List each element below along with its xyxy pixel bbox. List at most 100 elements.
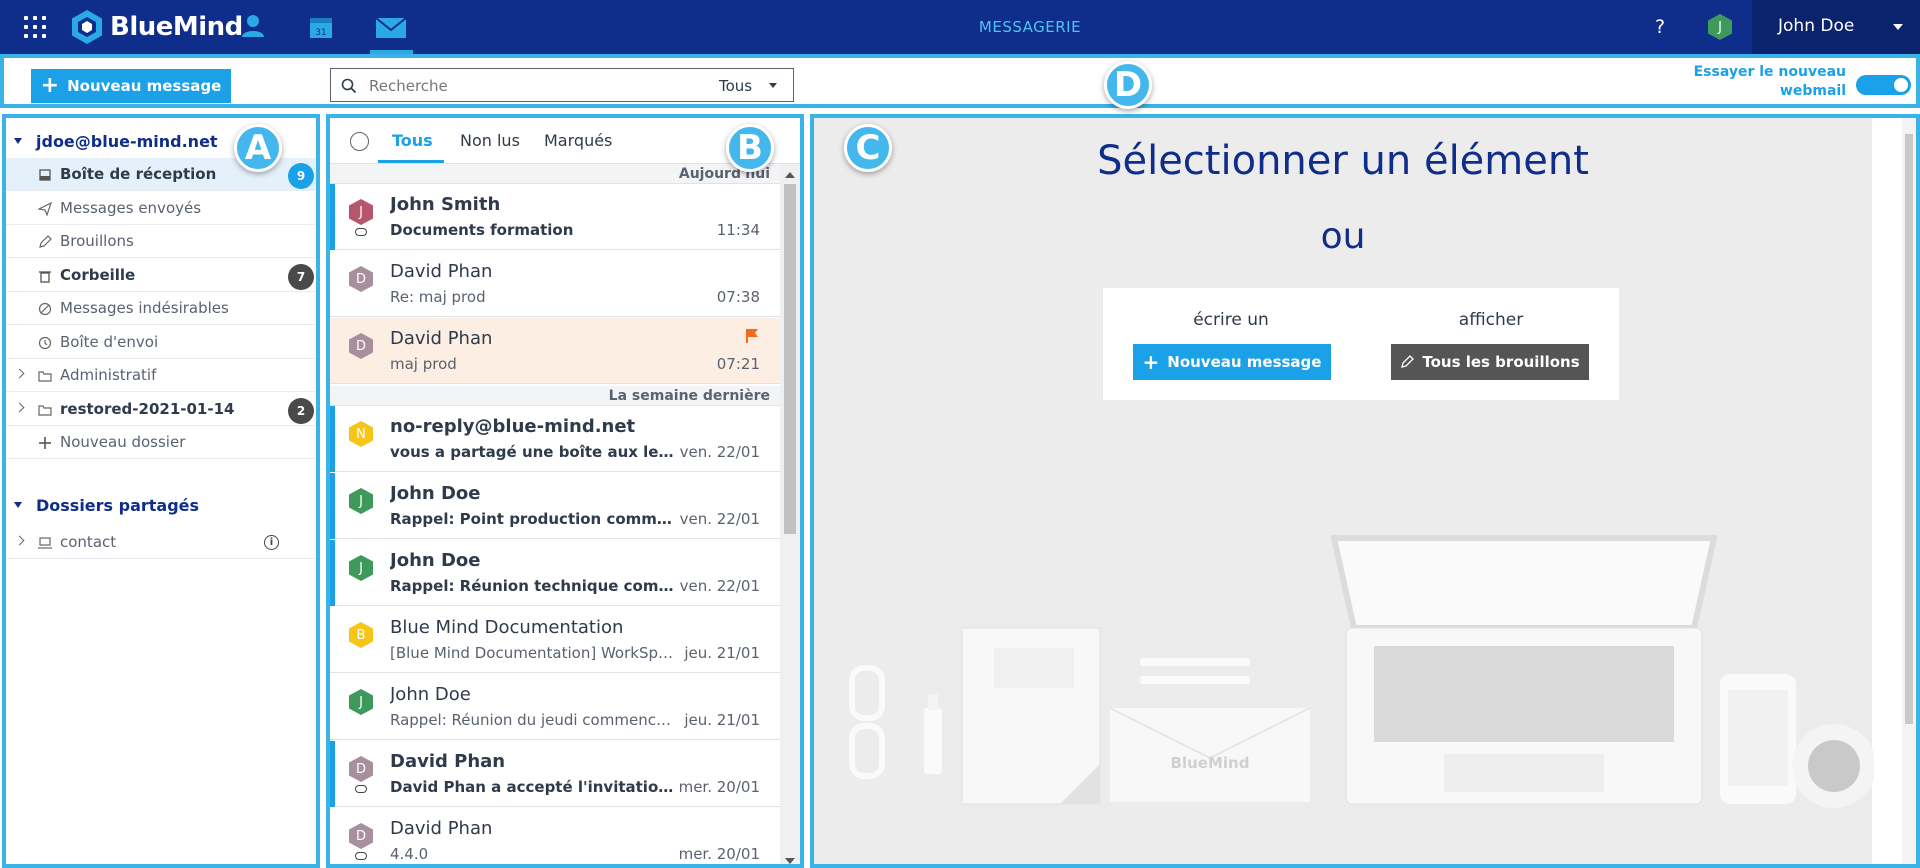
folder-item-spam[interactable]: Messages indésirables [6, 292, 316, 325]
message-sender: David Phan [390, 818, 493, 839]
search-box[interactable]: Recherche Tous [330, 68, 794, 102]
send-icon [38, 201, 52, 216]
empty-new-message-button[interactable]: + Nouveau message [1133, 344, 1331, 380]
message-time: ven. 22/01 [679, 510, 760, 528]
sender-initial: D [356, 272, 366, 287]
sender-initial: B [357, 628, 366, 643]
marker-b: B [726, 124, 774, 172]
message-row[interactable]: J John Doe Rappel: Point production commen… [330, 473, 780, 539]
search-input[interactable]: Recherche [369, 77, 448, 95]
folder-item-restored[interactable]: restored-2021-01-14 2 [6, 393, 316, 426]
message-row[interactable]: D David Phan 4.4.0 mer. 20/01 [330, 808, 780, 864]
group-header-today: Aujourd'hui [330, 164, 780, 184]
message-time: mer. 20/01 [678, 845, 760, 863]
notebook-illustration [961, 627, 1101, 805]
scroll-down-icon[interactable] [785, 858, 795, 864]
scroll-up-icon[interactable] [785, 172, 795, 178]
shared-folders-header[interactable]: Dossiers partagés [6, 494, 316, 520]
sender-avatar: D [349, 266, 373, 292]
scrollbar-thumb[interactable] [784, 184, 796, 534]
message-subject: [Blue Mind Documentation] WorkSpac... [390, 644, 680, 662]
spam-icon [38, 302, 52, 316]
attachment-icon [355, 785, 367, 793]
user-avatar[interactable]: J [1707, 13, 1733, 41]
group-header-last-week: La semaine dernière [330, 386, 780, 406]
caret-down-icon [14, 502, 22, 508]
message-time: 07:21 [716, 355, 760, 373]
chevron-down-icon [769, 83, 777, 88]
phone-illustration [1720, 674, 1796, 804]
pens-illustration [1140, 658, 1250, 684]
all-drafts-button[interactable]: Tous les brouillons [1391, 344, 1589, 380]
folder-item-sent[interactable]: Messages envoyés [6, 192, 316, 225]
folder-panel: jdoe@blue-mind.net Boîte de réception 9 Me… [2, 114, 320, 868]
chevron-right-icon[interactable] [14, 368, 25, 379]
folder-label: Boîte de réception [60, 165, 217, 183]
scrollbar-thumb[interactable] [1905, 134, 1913, 724]
pencil-icon [1401, 355, 1415, 368]
search-scope-select[interactable]: Tous [719, 77, 752, 95]
calendar-app-icon[interactable]: 31 [306, 12, 336, 42]
folder-icon [38, 371, 52, 382]
highlighter-illustration [924, 694, 942, 774]
search-icon [341, 78, 357, 94]
new-message-button[interactable]: + Nouveau message [31, 69, 231, 103]
message-sender: no-reply@blue-mind.net [390, 416, 636, 437]
folder-label: Corbeille [60, 265, 136, 284]
message-sender: John Doe [390, 684, 471, 705]
empty-state-title: Sélectionner un élément [1097, 138, 1589, 184]
svg-text:31: 31 [315, 28, 326, 38]
folder-item-trash[interactable]: Corbeille 7 [6, 259, 316, 292]
message-sender: John Doe [390, 483, 481, 504]
marker-c: C [844, 124, 892, 172]
flag-icon[interactable] [745, 328, 759, 344]
folder-item-new-folder[interactable]: Nouveau dossier [6, 426, 316, 459]
app-title: MESSAGERIE [978, 18, 1082, 36]
plus-icon [39, 437, 51, 449]
message-row[interactable]: B Blue Mind Documentation [Blue Mind Docum… [330, 607, 780, 673]
unread-indicator [330, 741, 335, 807]
filter-tab-all[interactable]: Tous [392, 131, 433, 150]
folder-label: restored-2021-01-14 [60, 399, 235, 418]
try-new-line1: Essayer le nouveau [1693, 64, 1846, 80]
message-row[interactable]: J John Smith Documents formation 11:34 [330, 184, 780, 250]
message-sender: David Phan [390, 328, 493, 349]
sender-avatar: N [349, 421, 373, 447]
info-icon[interactable]: i [264, 535, 279, 550]
message-subject: 4.4.0 [390, 845, 429, 863]
toolbar: + Nouveau message Recherche Tous Essayer… [0, 54, 1920, 108]
message-row[interactable]: J John Doe Rappel: Réunion technique comme… [330, 540, 780, 606]
shared-folder-label: contact [60, 533, 117, 551]
chevron-right-icon [14, 535, 25, 546]
filter-tab-unread[interactable]: Non lus [460, 131, 520, 150]
message-row[interactable]: D David Phan maj prod 07:21 [330, 318, 780, 384]
folder-item-outbox[interactable]: Boîte d'envoi [6, 326, 316, 359]
write-label: écrire un [1193, 310, 1269, 330]
sender-avatar: D [349, 823, 373, 849]
toggle-knob [1894, 78, 1908, 92]
sender-initial: D [356, 339, 366, 354]
message-subject: Rappel: Point production commenc... [390, 510, 680, 528]
contacts-app-icon[interactable] [238, 12, 268, 42]
message-time: jeu. 21/01 [684, 644, 760, 662]
message-time: mer. 20/01 [678, 778, 760, 796]
message-row[interactable]: J John Doe Rappel: Réunion du jeudi commen… [330, 674, 780, 740]
filter-tab-flagged[interactable]: Marqués [544, 131, 612, 150]
user-menu[interactable]: John Doe [1752, 0, 1920, 54]
app-launcher-icon[interactable] [24, 16, 46, 38]
message-row[interactable]: D David Phan David Phan a accepté l'invita… [330, 741, 780, 807]
folder-item-drafts[interactable]: Brouillons [6, 225, 316, 258]
folder-item-administratif[interactable]: Administratif [6, 359, 316, 392]
bluemind-logo[interactable]: BlueMind [70, 8, 243, 46]
message-row[interactable]: Nno-reply@blue-mind.net vous a partagé un… [330, 406, 780, 472]
illustration-brand: BlueMind [1171, 754, 1250, 772]
new-webmail-toggle[interactable] [1856, 75, 1911, 95]
sender-avatar: B [349, 622, 373, 648]
attachment-icon [355, 852, 367, 860]
chevron-right-icon[interactable] [14, 402, 25, 412]
message-row[interactable]: D David Phan Re: maj prod 07:38 [330, 251, 780, 317]
shared-folder-contact[interactable]: contact i [6, 526, 316, 559]
mail-app-icon[interactable] [374, 12, 408, 42]
select-all-checkbox[interactable] [350, 132, 369, 151]
help-button[interactable]: ? [1655, 16, 1665, 38]
